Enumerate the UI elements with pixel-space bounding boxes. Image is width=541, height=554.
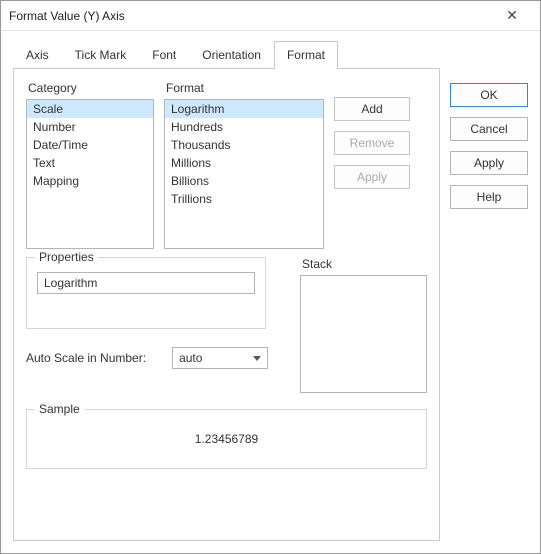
stack-label: Stack <box>302 257 427 271</box>
category-group: Category Scale Number Date/Time Text Map… <box>26 79 154 249</box>
format-group: Format Logarithm Hundreds Thousands Mill… <box>164 79 324 249</box>
stack-listbox[interactable] <box>300 275 427 393</box>
category-item-mapping[interactable]: Mapping <box>27 172 153 190</box>
format-item-thousands[interactable]: Thousands <box>165 136 323 154</box>
format-item-millions[interactable]: Millions <box>165 154 323 172</box>
autoscale-select[interactable]: auto <box>172 347 268 369</box>
sample-legend: Sample <box>35 402 84 416</box>
autoscale-row: Auto Scale in Number: auto <box>26 347 286 369</box>
properties-input[interactable]: Logarithm <box>37 272 255 294</box>
tab-font[interactable]: Font <box>139 41 189 69</box>
properties-value: Logarithm <box>44 276 97 290</box>
chevron-down-icon <box>253 356 261 361</box>
window-title: Format Value (Y) Axis <box>9 9 492 23</box>
category-item-number[interactable]: Number <box>27 118 153 136</box>
titlebar: Format Value (Y) Axis ✕ <box>1 1 540 31</box>
stack-panel: Stack <box>300 257 427 393</box>
category-item-datetime[interactable]: Date/Time <box>27 136 153 154</box>
format-action-column: Add Remove Apply <box>334 97 410 189</box>
format-listbox[interactable]: Logarithm Hundreds Thousands Millions Bi… <box>164 99 324 249</box>
remove-button[interactable]: Remove <box>334 131 410 155</box>
category-label: Category <box>28 81 154 95</box>
tab-strip: Axis Tick Mark Font Orientation Format <box>13 41 440 69</box>
tab-axis[interactable]: Axis <box>13 41 62 69</box>
ok-button[interactable]: OK <box>450 83 528 107</box>
dialog-button-column: OK Cancel Apply Help <box>450 41 528 541</box>
cancel-button[interactable]: Cancel <box>450 117 528 141</box>
apply-button[interactable]: Apply <box>450 151 528 175</box>
tab-tick-mark[interactable]: Tick Mark <box>62 41 140 69</box>
properties-fieldset: Properties Logarithm <box>26 257 266 329</box>
properties-legend: Properties <box>35 250 98 264</box>
format-item-trillions[interactable]: Trillions <box>165 190 323 208</box>
sample-fieldset: Sample 1.23456789 <box>26 409 427 469</box>
format-item-logarithm[interactable]: Logarithm <box>165 100 323 118</box>
help-button[interactable]: Help <box>450 185 528 209</box>
add-button[interactable]: Add <box>334 97 410 121</box>
format-item-billions[interactable]: Billions <box>165 172 323 190</box>
format-label: Format <box>166 81 324 95</box>
dialog-window: Format Value (Y) Axis ✕ Axis Tick Mark F… <box>0 0 541 554</box>
main-column: Axis Tick Mark Font Orientation Format C… <box>13 41 440 541</box>
tab-orientation[interactable]: Orientation <box>189 41 274 69</box>
close-icon[interactable]: ✕ <box>492 7 532 24</box>
sample-value: 1.23456789 <box>37 424 416 446</box>
dialog-body: Axis Tick Mark Font Orientation Format C… <box>1 31 540 553</box>
autoscale-label: Auto Scale in Number: <box>26 351 146 365</box>
category-item-scale[interactable]: Scale <box>27 100 153 118</box>
apply-format-button[interactable]: Apply <box>334 165 410 189</box>
category-listbox[interactable]: Scale Number Date/Time Text Mapping <box>26 99 154 249</box>
autoscale-value: auto <box>179 351 202 365</box>
category-item-text[interactable]: Text <box>27 154 153 172</box>
tab-format[interactable]: Format <box>274 41 338 69</box>
tab-panel-format: Category Scale Number Date/Time Text Map… <box>13 69 440 541</box>
format-item-hundreds[interactable]: Hundreds <box>165 118 323 136</box>
